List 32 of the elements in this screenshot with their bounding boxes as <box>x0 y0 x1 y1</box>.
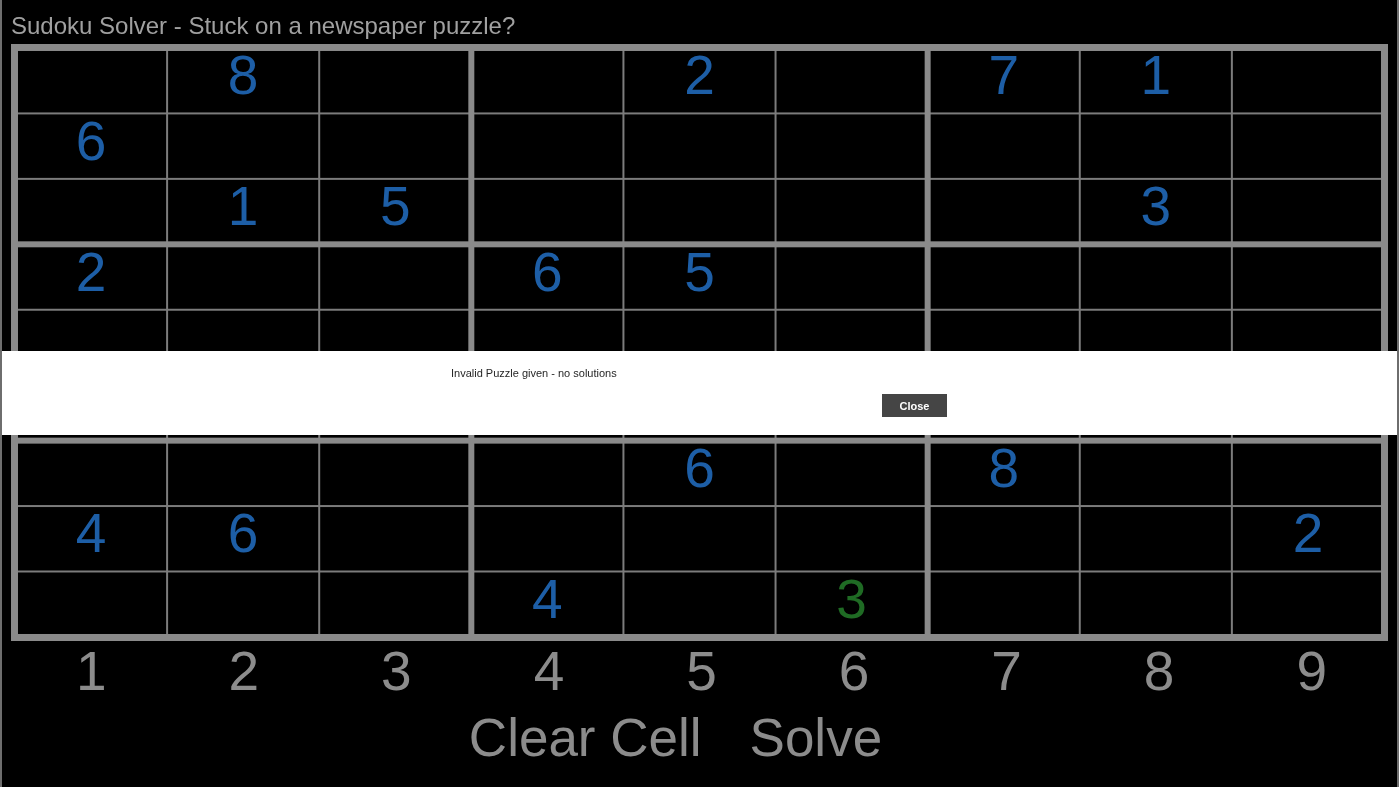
dialog-message: Invalid Puzzle given - no solutions <box>451 366 618 380</box>
cell-digit[interactable]: 6 <box>532 244 563 300</box>
cell-digit[interactable]: 4 <box>532 571 563 627</box>
solve-button[interactable]: Solve <box>749 709 883 768</box>
cell-digit[interactable]: 1 <box>227 179 259 235</box>
clear-cell-button[interactable]: Clear Cell <box>468 709 702 768</box>
cell-digit[interactable]: 6 <box>684 440 715 496</box>
cell-digit[interactable]: 5 <box>379 179 411 235</box>
cell-digit[interactable]: 1 <box>1140 48 1172 104</box>
cell-digit[interactable]: 8 <box>227 48 259 104</box>
number-button[interactable]: 2 <box>228 644 260 699</box>
cell-digit[interactable]: 5 <box>684 244 715 300</box>
cell-digit[interactable]: 8 <box>988 440 1019 496</box>
cell-digit[interactable]: 3 <box>836 571 867 627</box>
number-button[interactable]: 9 <box>1296 644 1327 699</box>
number-button[interactable]: 6 <box>838 644 870 699</box>
number-button[interactable]: 3 <box>381 644 412 699</box>
cell-digit[interactable]: 2 <box>684 48 715 104</box>
number-button[interactable]: 5 <box>686 644 717 699</box>
close-button[interactable]: Close <box>882 394 947 417</box>
number-button[interactable]: 4 <box>533 644 565 699</box>
cell-digit[interactable]: 6 <box>75 113 107 169</box>
cell-digit[interactable]: 7 <box>988 48 1019 104</box>
cell-digit[interactable]: 2 <box>75 244 107 300</box>
number-button[interactable]: 7 <box>991 644 1022 699</box>
app-title: Sudoku Solver - Stuck on a newspaper puzzle? <box>10 11 517 41</box>
cell-digit[interactable]: 3 <box>1140 179 1172 235</box>
cell-digit[interactable]: 6 <box>227 506 259 562</box>
cell-digit[interactable]: 2 <box>1292 506 1324 562</box>
number-button[interactable]: 8 <box>1143 644 1175 699</box>
number-button[interactable]: 1 <box>75 644 107 699</box>
cell-digit[interactable]: 4 <box>75 506 107 562</box>
